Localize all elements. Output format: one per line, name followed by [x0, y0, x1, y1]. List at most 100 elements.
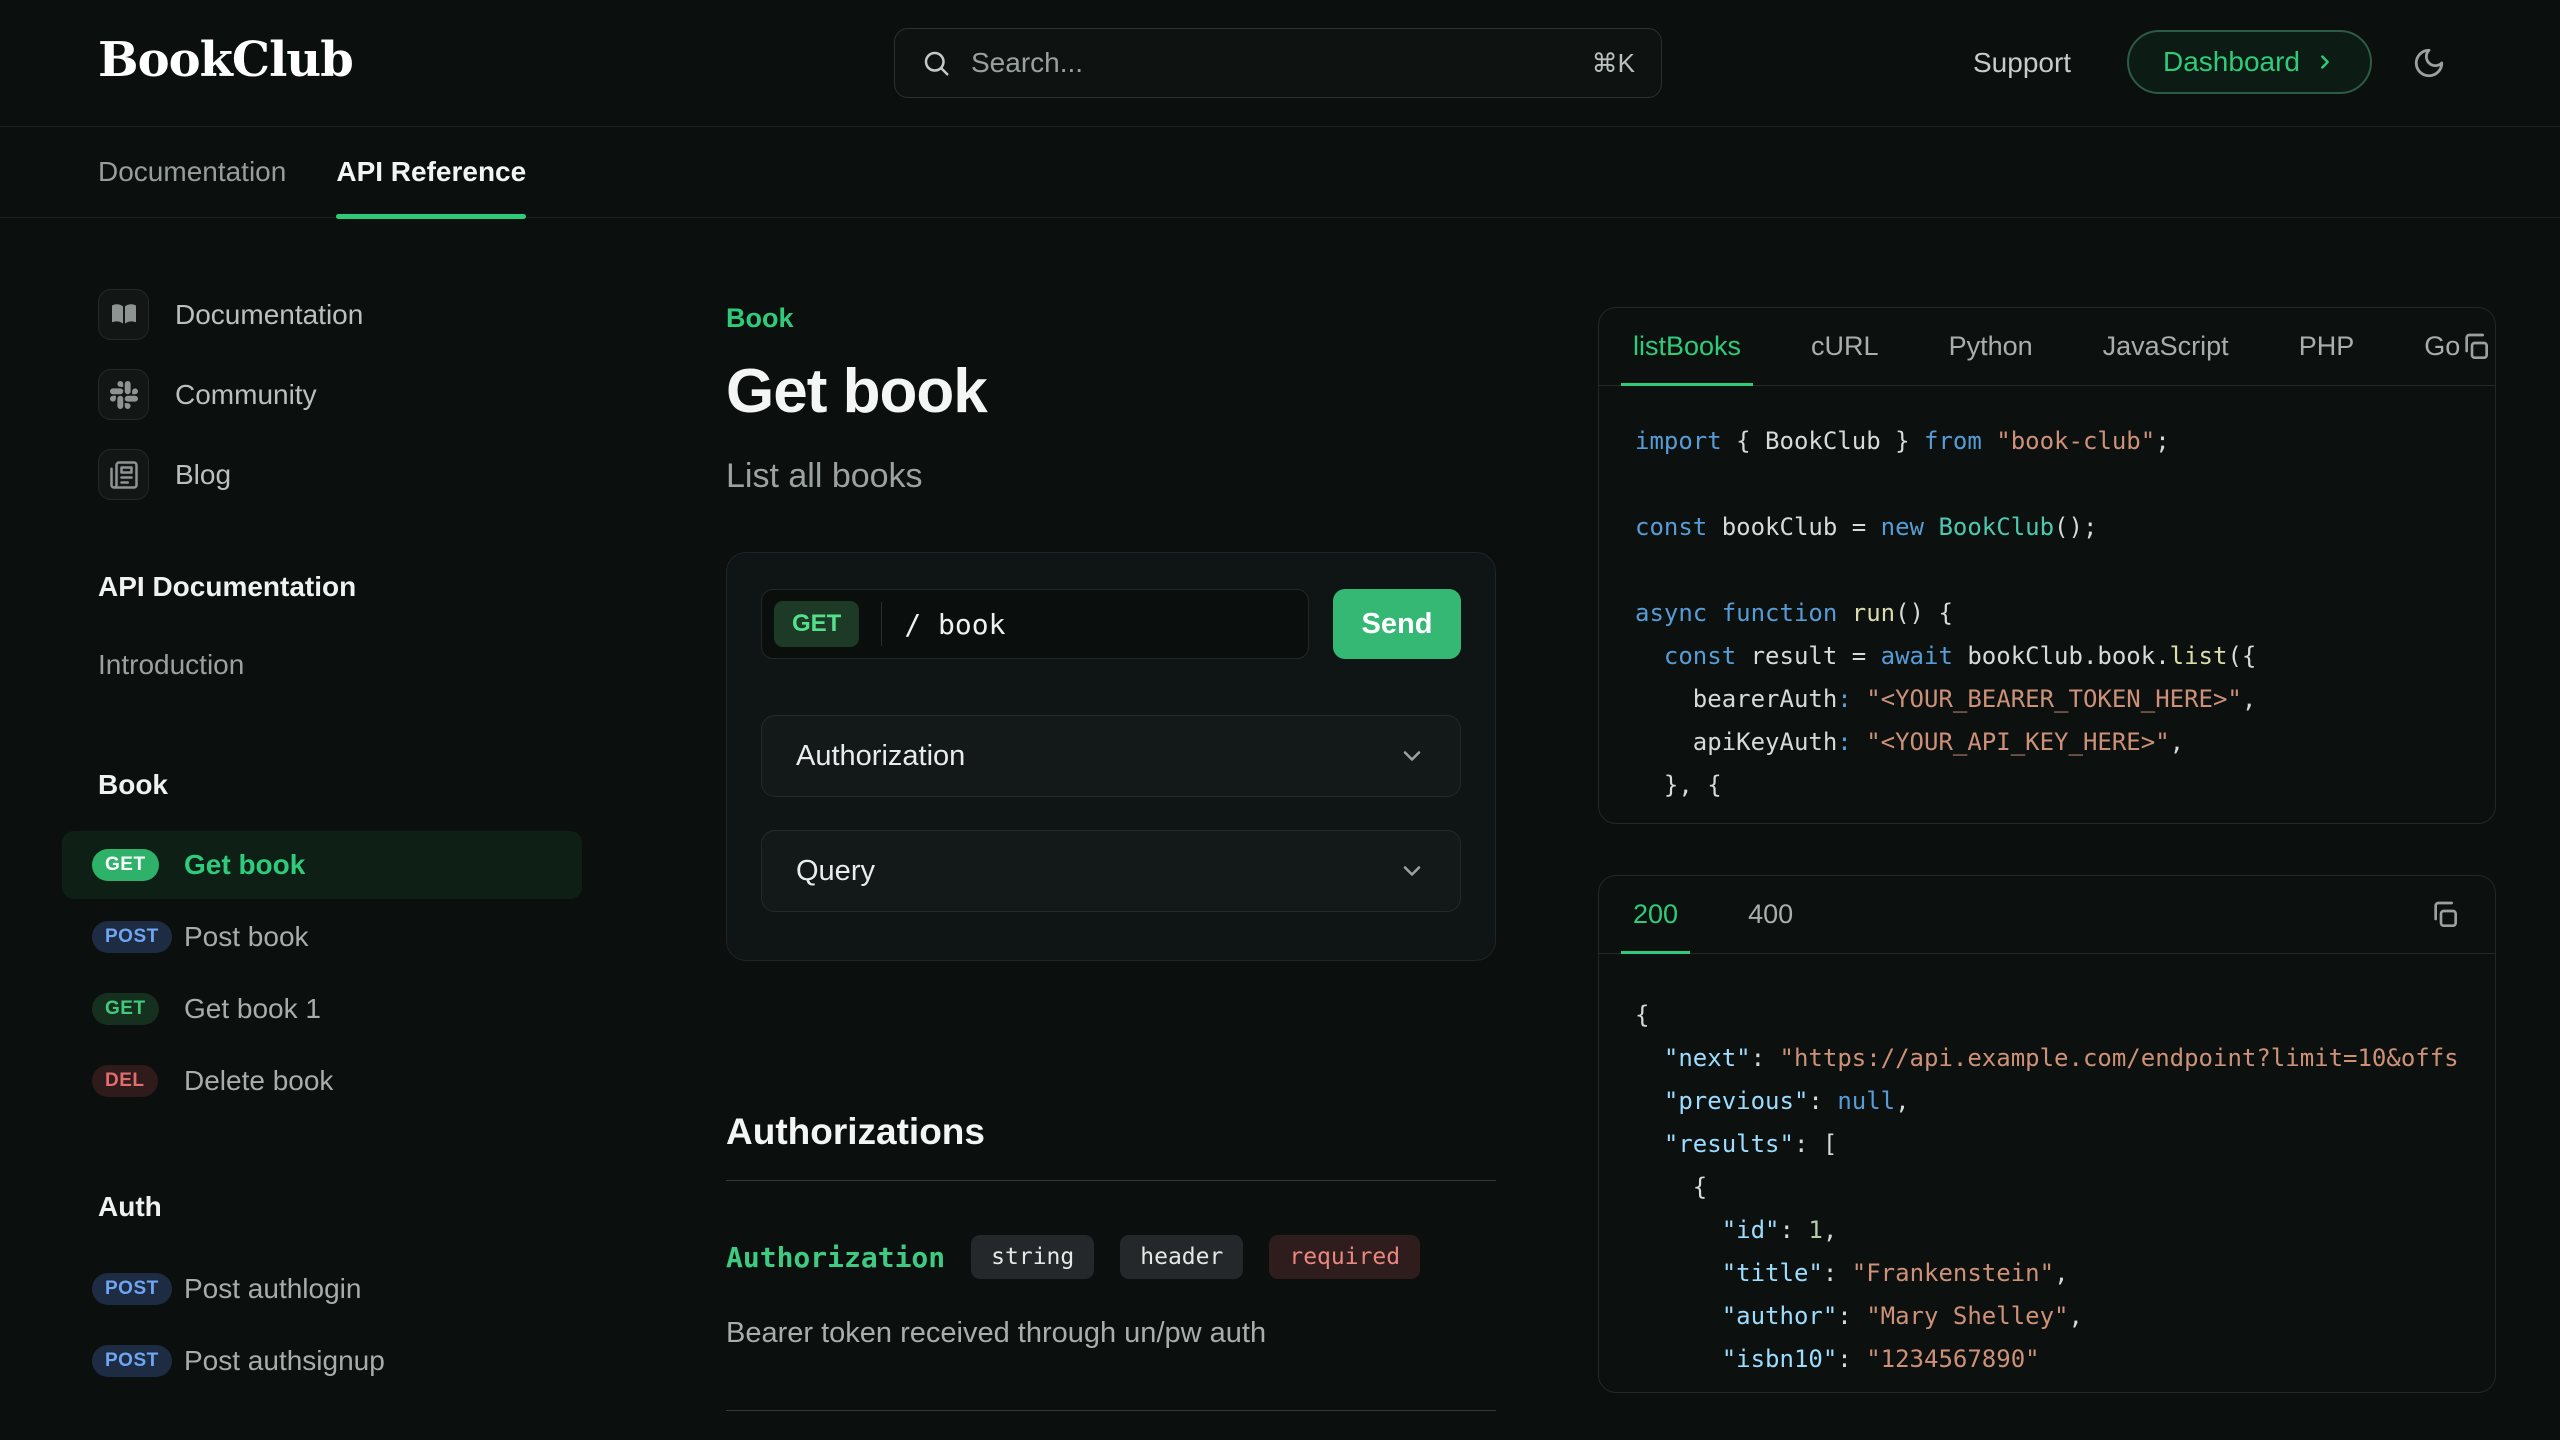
query-dropdown[interactable]: Query [761, 830, 1461, 912]
theme-toggle-button[interactable] [2412, 46, 2446, 80]
code-line [1635, 463, 2459, 506]
search-input[interactable]: Search... ⌘K [894, 28, 1662, 98]
code-line: const bookClub = new BookClub(); [1635, 506, 2459, 549]
code-language-tab[interactable]: listBooks [1633, 308, 1741, 385]
method-pill: GET [92, 993, 159, 1025]
sidebar-heading-book: Book [98, 769, 582, 801]
sidebar-links: Documentation Community Blog [98, 289, 582, 500]
tab-label: PHP [2299, 331, 2355, 362]
response-line: "title": "Frankenstein", [1635, 1252, 2459, 1295]
code-line: }, { [1635, 764, 2459, 807]
sidebar-endpoint-item[interactable]: POST Post authsignup [62, 1327, 582, 1395]
copy-icon [2460, 331, 2492, 363]
method-pill: DEL [92, 1065, 158, 1097]
param-badges: string header required [971, 1235, 1420, 1279]
endpoint-path-field[interactable]: GET / book [761, 589, 1309, 659]
copy-icon [2429, 899, 2461, 931]
support-link[interactable]: Support [1973, 47, 2071, 79]
sidebar-item-blog[interactable]: Blog [98, 449, 582, 500]
response-line: "next": "https://api.example.com/endpoin… [1635, 1037, 2459, 1080]
sidebar-heading-auth: Auth [98, 1191, 582, 1223]
response-line: "isbn10": "1234567890" [1635, 1338, 2459, 1381]
param-name: Authorization [726, 1241, 945, 1274]
brand-logo[interactable]: BookClub [98, 32, 353, 88]
sidebar-endpoint-item[interactable]: DEL Delete book [62, 1047, 582, 1115]
breadcrumb[interactable]: Book [726, 303, 1496, 334]
sidebar-item-community[interactable]: Community [98, 369, 582, 420]
code-line: const result = await bookClub.book.list(… [1635, 635, 2459, 678]
response-status-tabs: 200 400 [1633, 876, 1793, 953]
sidebar-item-introduction[interactable]: Introduction [98, 649, 582, 681]
response-line: "previous": null, [1635, 1080, 2459, 1123]
response-line: "author": "Mary Shelley", [1635, 1295, 2459, 1338]
method-pill: POST [92, 1273, 172, 1305]
copy-code-button[interactable] [2460, 331, 2492, 363]
authorization-param-row: Authorization string header required [726, 1235, 1496, 1279]
response-status-tab[interactable]: 200 [1633, 876, 1678, 953]
sidebar-link-label: Documentation [175, 299, 363, 331]
nav-tab[interactable]: API Reference [336, 127, 526, 217]
sidebar-link-label: Blog [175, 459, 231, 491]
code-line: bearerAuth: "<YOUR_BEARER_TOKEN_HERE>", [1635, 678, 2459, 721]
nav-tab-label: Documentation [98, 156, 286, 188]
code-panel-header: listBooks cURL Python JavaScript [1599, 308, 2495, 386]
response-panel-header: 200 400 [1599, 876, 2495, 954]
code-sample-body: import { BookClub } from "book-club";con… [1599, 386, 2495, 824]
authorization-dropdown[interactable]: Authorization [761, 715, 1461, 797]
method-pill: POST [92, 921, 172, 953]
code-line: apiKeyAuth: "<YOUR_API_KEY_HERE>", [1635, 721, 2459, 764]
code-line [1635, 549, 2459, 592]
sidebar-book-endpoints: GET Get book POST Post book GET Get book… [62, 831, 582, 1115]
endpoint-label: Get book 1 [184, 993, 321, 1025]
book-icon [98, 289, 149, 340]
nav-tab-label: API Reference [336, 156, 526, 188]
dashboard-button[interactable]: Dashboard [2127, 30, 2372, 94]
code-language-tab[interactable]: PHP [2299, 308, 2355, 385]
response-line: { [1635, 1166, 2459, 1209]
endpoint-label: Post authlogin [184, 1273, 361, 1305]
method-pill-get: GET [774, 601, 859, 647]
sidebar-auth-endpoints: POST Post authlogin POST Post authsignup [62, 1255, 582, 1395]
param-badge: string [971, 1235, 1094, 1279]
sidebar-endpoint-item[interactable]: POST Post authlogin [62, 1255, 582, 1323]
sidebar-endpoint-item[interactable]: GET Get book [62, 831, 582, 899]
request-playground-card: GET / book Send Authorization Query [726, 552, 1496, 961]
response-status-tab[interactable]: 400 [1748, 876, 1793, 953]
page-title: Get book [726, 356, 1496, 427]
chevron-down-icon [1398, 742, 1426, 770]
endpoint-row: GET / book Send [761, 589, 1461, 659]
response-line: "results": [ [1635, 1123, 2459, 1166]
doc-nav-tabs: Documentation API Reference [0, 127, 2560, 218]
top-header: BookClub Search... ⌘K Support Dashboard [0, 0, 2560, 127]
sidebar-heading-api-documentation: API Documentation [98, 571, 582, 603]
code-language-tab[interactable]: cURL [1811, 308, 1879, 385]
code-language-tab[interactable]: Go [2424, 308, 2460, 385]
response-line: "id": 1, [1635, 1209, 2459, 1252]
method-pill: GET [92, 849, 159, 881]
search-icon [921, 48, 951, 78]
moon-icon [2412, 46, 2446, 80]
endpoint-label: Post book [184, 921, 309, 953]
send-button[interactable]: Send [1333, 589, 1461, 659]
nav-tab[interactable]: Documentation [98, 127, 286, 217]
code-sample-panel: listBooks cURL Python JavaScript [1598, 307, 2496, 824]
blog-icon [98, 449, 149, 500]
endpoint-label: Post authsignup [184, 1345, 385, 1377]
tab-label: Python [1949, 331, 2033, 362]
tab-label: 200 [1633, 899, 1678, 930]
sidebar-endpoint-item[interactable]: GET Get book 1 [62, 975, 582, 1043]
chevron-down-icon [1398, 857, 1426, 885]
search-shortcut: ⌘K [1592, 48, 1635, 79]
sidebar: Documentation Community Blog API Documen… [62, 218, 582, 1395]
dropdown-label: Query [796, 855, 875, 888]
dashboard-label: Dashboard [2163, 46, 2300, 78]
sidebar-link-label: Community [175, 379, 317, 411]
sidebar-endpoint-item[interactable]: POST Post book [62, 903, 582, 971]
code-language-tab[interactable]: JavaScript [2103, 308, 2229, 385]
dropdown-label: Authorization [796, 740, 965, 773]
response-body: { "next": "https://api.example.com/endpo… [1599, 954, 2495, 1393]
sidebar-item-documentation[interactable]: Documentation [98, 289, 582, 340]
section-divider [726, 1410, 1496, 1411]
copy-response-button[interactable] [2429, 899, 2461, 931]
code-language-tab[interactable]: Python [1949, 308, 2033, 385]
